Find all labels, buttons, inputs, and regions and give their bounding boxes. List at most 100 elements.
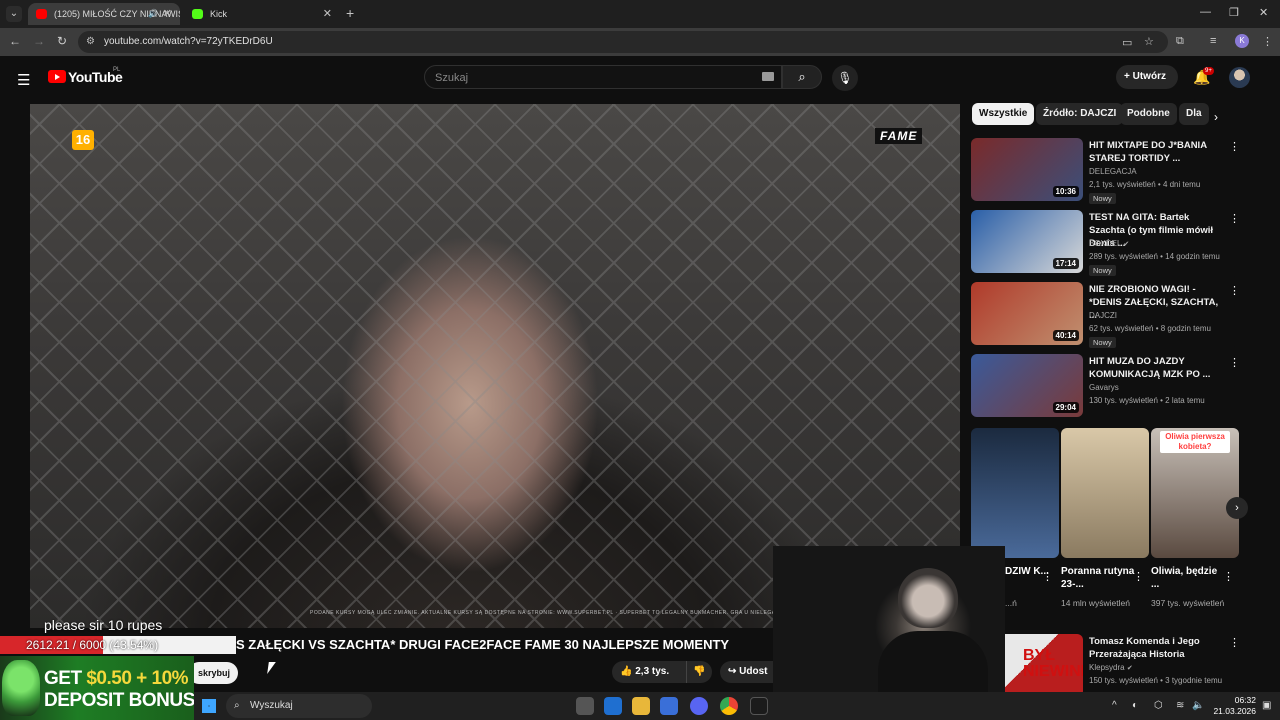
recommendation-item[interactable]: 10:36 HIT MIXTAPE DO J*BANIA STAREJ TORTI…: [971, 138, 1241, 204]
more-options-icon[interactable]: ⋮: [1229, 636, 1240, 649]
channel-name[interactable]: Klepsydra ✔: [1089, 663, 1133, 672]
video-duration: 10:36: [1052, 186, 1079, 197]
promo-line-2: DEPOSIT BONUS: [44, 690, 195, 711]
short-caption[interactable]: Oliwia, będzie ...: [1151, 565, 1225, 591]
back-icon[interactable]: ←: [9, 34, 21, 48]
channel-name[interactable]: DAJCZI: [1089, 311, 1117, 320]
more-options-icon[interactable]: ⋮: [1229, 356, 1240, 369]
chevron-right-icon[interactable]: ›: [1214, 110, 1218, 124]
channel-name[interactable]: Gavarys: [1089, 383, 1119, 392]
media-controls-icon[interactable]: ≡: [1210, 35, 1216, 47]
maximize-icon[interactable]: ❐: [1229, 6, 1239, 19]
recommendation-item[interactable]: 29:04 HIT MUZA DO JAZDY KOMUNIKACJĄ MZK P…: [971, 354, 1241, 420]
recommendation-item[interactable]: 17:14 TEST NA GITA: Bartek Szachta (o tym…: [971, 210, 1241, 276]
dislike-button[interactable]: 👎: [686, 661, 712, 683]
promo-amount: $0.50 + 10%: [86, 668, 189, 689]
clock-time: 06:32: [1234, 695, 1256, 705]
share-button[interactable]: ↪ Udost: [720, 661, 780, 683]
video-title[interactable]: Tomasz Komenda i Jego Przerażająca Histo…: [1089, 635, 1219, 661]
chip-related[interactable]: Podobne: [1120, 103, 1177, 125]
keyboard-icon[interactable]: [762, 72, 774, 81]
thumbnail-text: BYŁ NIEWINNY: [1023, 647, 1083, 680]
video-thumbnail[interactable]: 40:14: [971, 282, 1083, 345]
bookmark-star-icon[interactable]: ☆: [1144, 35, 1154, 48]
voice-search-button[interactable]: 🎙: [832, 65, 858, 91]
close-tab-icon[interactable]: ✕: [323, 3, 332, 25]
share-label: Udost: [739, 666, 768, 677]
account-avatar[interactable]: [1229, 67, 1250, 88]
tab-kick[interactable]: Kick ✕: [184, 3, 340, 25]
minimize-icon[interactable]: —: [1200, 6, 1211, 18]
close-tab-icon[interactable]: ✕: [163, 3, 172, 25]
tray-app-icon[interactable]: ⬡: [1154, 700, 1163, 711]
short-thumbnail[interactable]: [1061, 428, 1149, 558]
kick-favicon-icon: [192, 9, 203, 19]
site-info-icon[interactable]: ⚙: [86, 36, 95, 47]
forward-icon[interactable]: →: [33, 34, 45, 48]
create-button[interactable]: + Utwórz: [1116, 65, 1178, 89]
subscribe-button[interactable]: skrybuj: [188, 662, 238, 684]
video-title[interactable]: HIT MIXTAPE DO J*BANIA STAREJ TORTIDY ..…: [1089, 139, 1219, 165]
tab-search-dropdown[interactable]: ⌄: [6, 6, 22, 22]
short-caption[interactable]: Poranna rutyna 23-...: [1061, 565, 1135, 591]
address-bar[interactable]: ⚙ youtube.com/watch?v=72yTKEDrD6U ▭ ☆: [78, 31, 1168, 53]
channel-name[interactable]: BOXDEL ✔: [1089, 239, 1129, 248]
video-meta: 130 tys. wyświetleń • 2 lata temu: [1089, 396, 1205, 405]
youtube-logo-icon[interactable]: [48, 70, 66, 83]
short-more-icon[interactable]: ⋮: [1223, 570, 1234, 583]
close-window-icon[interactable]: ✕: [1259, 6, 1268, 19]
chrome-menu-icon[interactable]: ⋮: [1262, 35, 1273, 48]
profile-avatar[interactable]: K: [1235, 34, 1249, 48]
search-input[interactable]: [435, 70, 735, 86]
chip-for-you[interactable]: Dla: [1179, 103, 1209, 125]
outlook-icon[interactable]: [604, 697, 622, 715]
taskbar-search-label: Wyszukaj: [250, 700, 293, 711]
like-button[interactable]: 👍 2,3 tys.: [612, 661, 686, 683]
short-more-icon[interactable]: ⋮: [1133, 570, 1144, 583]
chrome-icon[interactable]: [720, 697, 738, 715]
short-more-icon[interactable]: ⋮: [1042, 570, 1053, 583]
channel-name[interactable]: DELEGACJA: [1089, 167, 1137, 176]
recommendation-item[interactable]: BYŁ NIEWINNY Tomasz Komenda i Jego Przer…: [971, 634, 1241, 700]
short-thumbnail[interactable]: [971, 428, 1059, 558]
windows-start-icon[interactable]: [202, 699, 216, 713]
task-view-icon[interactable]: [576, 697, 594, 715]
video-title[interactable]: HIT MUZA DO JAZDY KOMUNIKACJĄ MZK PO ...: [1089, 355, 1219, 381]
video-meta: 150 tys. wyświetleń • 3 tygodnie temu: [1089, 676, 1223, 685]
video-thumbnail[interactable]: 17:14: [971, 210, 1083, 273]
more-options-icon[interactable]: ⋮: [1229, 284, 1240, 297]
wifi-icon[interactable]: ≋: [1176, 700, 1184, 711]
obs-icon[interactable]: [750, 697, 768, 715]
notifications-badge: 9+: [1203, 67, 1214, 75]
menu-icon[interactable]: ☰: [17, 71, 30, 89]
volume-icon[interactable]: 🔈: [1192, 700, 1204, 711]
more-options-icon[interactable]: ⋮: [1229, 140, 1240, 153]
discord-icon[interactable]: [690, 697, 708, 715]
new-badge: Nowy: [1089, 265, 1116, 276]
share-icon: ↪: [728, 666, 737, 677]
new-tab-icon[interactable]: +: [346, 5, 354, 21]
shorts-next-button[interactable]: ›: [1226, 497, 1248, 519]
reload-icon[interactable]: ↻: [57, 34, 67, 48]
video-thumbnail[interactable]: 29:04: [971, 354, 1083, 417]
clock[interactable]: 06:32 21.03.2026: [1210, 695, 1256, 717]
chip-source-dajczi[interactable]: Źródło: DAJCZI: [1036, 103, 1124, 125]
store-icon[interactable]: [660, 697, 678, 715]
speaker-icon[interactable]: 🔊: [148, 3, 158, 25]
recommendation-item[interactable]: 40:14 NIE ZROBIONO WAGI! - *DENIS ZAŁĘCKI…: [971, 282, 1241, 348]
video-thumbnail[interactable]: 10:36: [971, 138, 1083, 201]
notification-center-icon[interactable]: ▣: [1262, 700, 1271, 711]
tray-app-icon[interactable]: ◐: [1132, 700, 1138, 711]
tab-youtube[interactable]: (1205) MIŁOŚĆ CZY NIENAWIŚĆ 🔊 ✕: [28, 3, 180, 25]
tray-expand-icon[interactable]: ^: [1112, 700, 1117, 711]
file-explorer-icon[interactable]: [632, 697, 650, 715]
search-button[interactable]: ⌕: [782, 65, 822, 89]
create-label: Utwórz: [1132, 71, 1166, 82]
cast-icon[interactable]: ▭: [1122, 36, 1132, 49]
chip-all[interactable]: Wszystkie: [972, 103, 1035, 125]
video-duration: 40:14: [1052, 330, 1079, 341]
extensions-icon[interactable]: ⧉: [1176, 35, 1184, 48]
taskbar-search[interactable]: ⌕ Wyszukaj: [226, 694, 372, 718]
more-options-icon[interactable]: ⋮: [1229, 212, 1240, 225]
subscribe-label: skrybuj: [197, 668, 230, 678]
